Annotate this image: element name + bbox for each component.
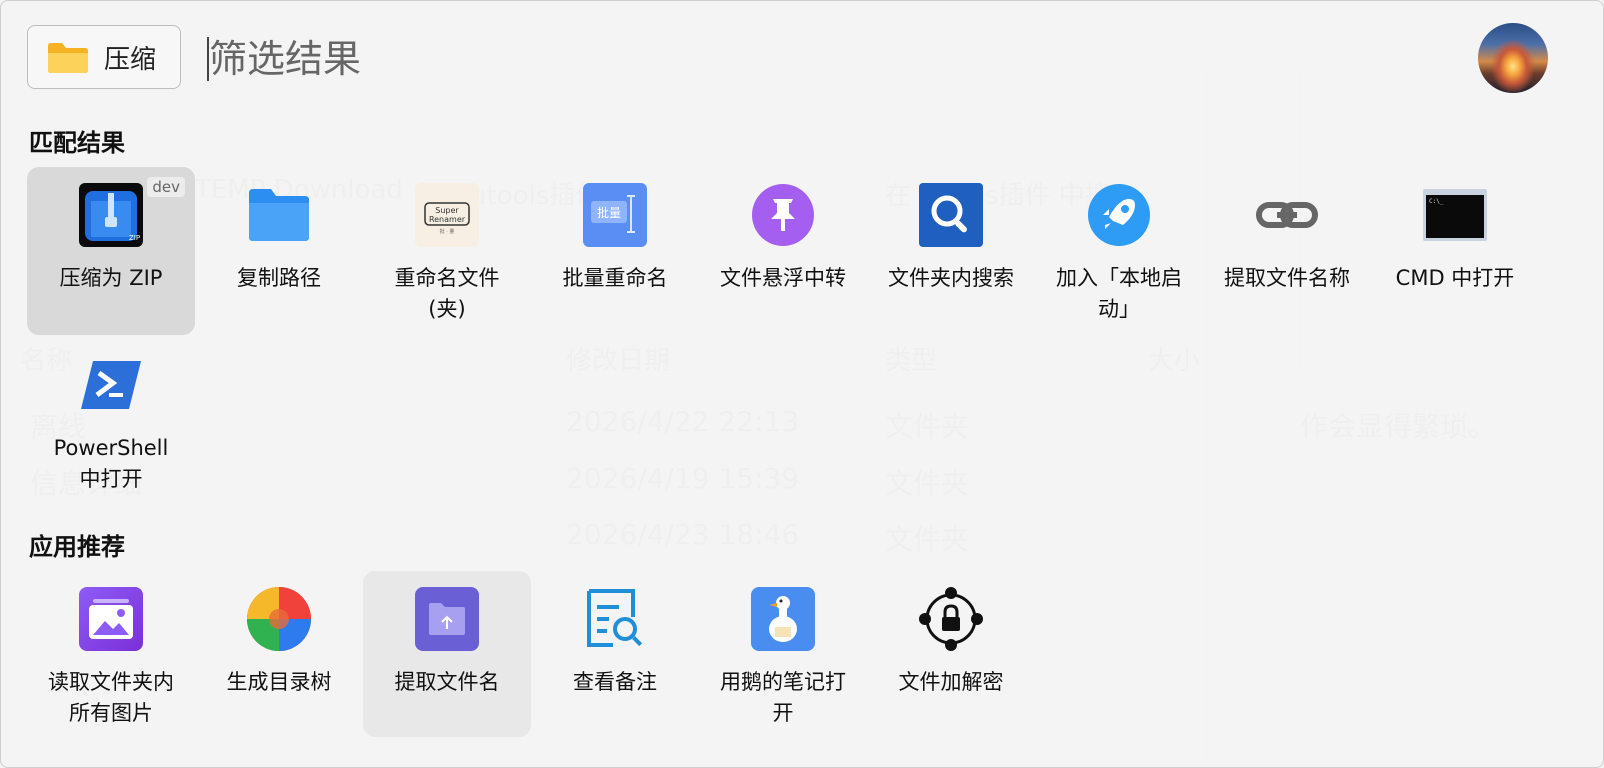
match-item-zip[interactable]: dev ZIP 压缩为 ZIP: [27, 167, 195, 335]
svg-text:批量: 批量: [597, 205, 621, 220]
svg-text:Renamer: Renamer: [429, 215, 466, 224]
recommend-item-read-images[interactable]: 读取文件夹内所有图片: [27, 571, 195, 737]
recommend-item-encrypt[interactable]: 文件加解密: [867, 571, 1035, 737]
recommend-item-goose-notes[interactable]: 用鹅的笔记打开: [699, 571, 867, 737]
search-input[interactable]: [209, 31, 1409, 87]
match-item-powershell[interactable]: PowerShell 中打开: [27, 337, 195, 505]
link-icon: [1255, 183, 1319, 247]
match-section-title: 匹配结果: [29, 128, 125, 157]
match-item-label: 加入「本地启动」: [1056, 266, 1182, 321]
match-item-cmd[interactable]: C:\_ CMD 中打开: [1371, 167, 1539, 335]
note-search-icon: [583, 587, 647, 651]
cmd-icon: C:\_: [1423, 183, 1487, 247]
svg-text:C:\_: C:\_: [1429, 198, 1444, 205]
folder-extract-icon: [415, 587, 479, 651]
match-item-label: CMD 中打开: [1395, 266, 1515, 290]
launcher-panel: 压缩 匹配结果 dev ZIP 压缩为 ZIP 复制路径: [0, 0, 1604, 768]
recommend-item-label: 提取文件名: [394, 670, 500, 694]
svg-text:ZIP: ZIP: [129, 234, 140, 242]
match-item-label: 文件悬浮中转: [720, 266, 846, 290]
recommend-item-label: 用鹅的笔记打开: [720, 670, 846, 725]
recommend-item-label: 文件加解密: [898, 670, 1004, 694]
recommend-item-view-notes[interactable]: 查看备注: [531, 571, 699, 737]
recommend-item-label: 查看备注: [573, 670, 657, 694]
match-item-label: PowerShell 中打开: [53, 436, 169, 491]
match-item-label: 压缩为 ZIP: [59, 266, 163, 290]
dev-badge: dev: [147, 177, 185, 197]
zip-archive-icon: ZIP: [79, 183, 143, 247]
recommend-item-label: 生成目录树: [226, 670, 332, 694]
svg-text:Super: Super: [435, 206, 459, 215]
folder-icon: [46, 40, 90, 74]
match-item-folder-search[interactable]: 文件夹内搜索: [867, 167, 1035, 335]
match-item-label: 文件夹内搜索: [888, 266, 1014, 290]
directory-tree-icon: [247, 587, 311, 651]
user-avatar[interactable]: [1478, 23, 1548, 93]
powershell-icon: [79, 353, 143, 417]
super-renamer-icon: Super Renamer 批 · 量: [415, 183, 479, 247]
recommend-section-title: 应用推荐: [29, 532, 125, 561]
match-item-copy-path[interactable]: 复制路径: [195, 167, 363, 335]
match-item-local-launch[interactable]: 加入「本地启动」: [1035, 167, 1203, 335]
image-gallery-icon: [79, 587, 143, 651]
folder-tag-label: 压缩: [104, 44, 157, 75]
pin-icon: [751, 183, 815, 247]
encrypt-lock-icon: [919, 587, 983, 651]
match-item-rename[interactable]: Super Renamer 批 · 量 重命名文件(夹): [363, 167, 531, 335]
match-item-label: 重命名文件(夹): [394, 266, 500, 321]
folder-tag[interactable]: 压缩: [27, 25, 181, 89]
svg-text:批 · 量: 批 · 量: [440, 228, 455, 235]
batch-rename-icon: 批量: [583, 183, 647, 247]
search-icon: [919, 183, 983, 247]
recommend-item-label: 读取文件夹内所有图片: [48, 670, 174, 725]
match-item-extract-names[interactable]: 提取文件名称: [1203, 167, 1371, 335]
folder-icon: [247, 183, 311, 247]
match-item-label: 复制路径: [237, 266, 321, 290]
recommend-item-dir-tree[interactable]: 生成目录树: [195, 571, 363, 737]
goose-note-icon: [751, 587, 815, 651]
match-item-label: 批量重命名: [562, 266, 668, 290]
match-item-float[interactable]: 文件悬浮中转: [699, 167, 867, 335]
match-item-label: 提取文件名称: [1224, 266, 1350, 290]
recommend-item-extract-filename[interactable]: 提取文件名: [363, 571, 531, 737]
match-item-batch-rename[interactable]: 批量 批量重命名: [531, 167, 699, 335]
rocket-icon: [1087, 183, 1151, 247]
